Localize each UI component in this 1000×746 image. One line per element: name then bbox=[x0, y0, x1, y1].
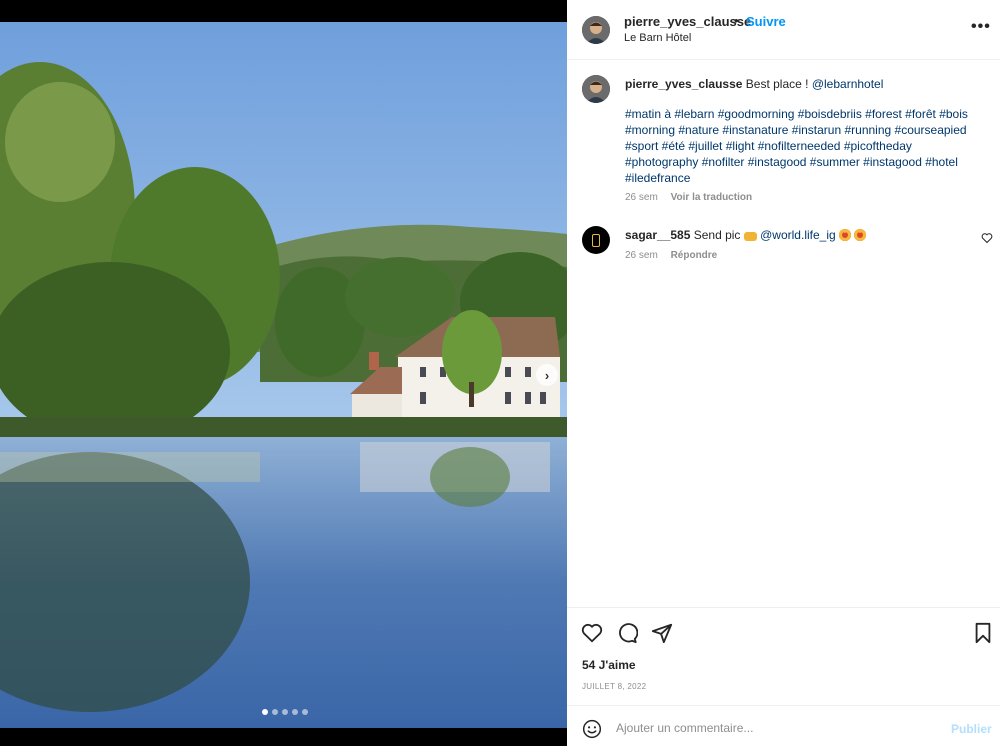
comment-time: 26 sem bbox=[625, 250, 658, 261]
post-location[interactable]: Le Barn Hôtel bbox=[624, 32, 691, 44]
publish-button[interactable]: Publier bbox=[951, 722, 992, 736]
caption-username[interactable]: pierre_yves_clausse bbox=[625, 77, 742, 91]
comment-input[interactable] bbox=[616, 717, 936, 739]
share-paper-plane-icon[interactable] bbox=[651, 622, 673, 644]
like-comment-heart-icon[interactable] bbox=[981, 232, 993, 244]
post-photo[interactable] bbox=[0, 22, 567, 728]
comment-text: Send pic bbox=[693, 228, 741, 242]
caption-line: pierre_yves_clausse Best place ! @lebarn… bbox=[625, 76, 970, 92]
follow-button[interactable]: Suivre bbox=[746, 14, 786, 29]
like-heart-icon[interactable] bbox=[581, 622, 603, 644]
carousel-dot bbox=[262, 709, 268, 715]
more-options-icon[interactable]: ••• bbox=[971, 18, 991, 36]
carousel-dot bbox=[292, 709, 298, 715]
carousel-dot bbox=[282, 709, 288, 715]
carousel-dot bbox=[302, 709, 308, 715]
comment-bubble-icon[interactable] bbox=[616, 622, 638, 644]
add-comment-bar: Publier bbox=[567, 705, 1000, 746]
post-header: pierre_yves_clausse • Suivre Le Barn Hôt… bbox=[567, 0, 1000, 60]
caption-time: 26 sem bbox=[625, 192, 658, 203]
post-media: › bbox=[0, 0, 567, 746]
post-panel: pierre_yves_clausse • Suivre Le Barn Hôt… bbox=[567, 0, 1000, 746]
carousel-dot bbox=[272, 709, 278, 715]
emoji-picker-icon[interactable] bbox=[582, 719, 602, 739]
reply-link[interactable]: Répondre bbox=[671, 250, 718, 261]
comment-username[interactable]: sagar__585 bbox=[625, 228, 690, 242]
comment-mention[interactable]: @world.life_ig bbox=[760, 228, 836, 242]
caption-meta: 26 sem Voir la traduction bbox=[625, 192, 762, 203]
caption-text: Best place ! bbox=[745, 77, 812, 91]
caption-mention[interactable]: @lebarnhotel bbox=[812, 77, 884, 91]
commenter-avatar[interactable] bbox=[582, 226, 610, 254]
caption-avatar[interactable] bbox=[582, 75, 610, 103]
translate-link[interactable]: Voir la traduction bbox=[671, 192, 753, 203]
pointing-hand-emoji-icon bbox=[743, 232, 757, 241]
comment-meta: 26 sem Répondre bbox=[625, 250, 727, 261]
separator-dot: • bbox=[734, 13, 739, 28]
carousel-dots bbox=[262, 709, 308, 715]
next-slide-button[interactable]: › bbox=[536, 364, 558, 386]
caption-hashtags[interactable]: #matin à #lebarn #goodmorning #boisdebri… bbox=[625, 106, 970, 186]
likes-count[interactable]: 54 J'aime bbox=[582, 658, 636, 672]
post-actions: 54 J'aime JUILLET 8, 2022 bbox=[567, 607, 1000, 705]
heart-eyes-emoji-icon bbox=[839, 229, 852, 241]
comment-line: sagar__585 Send pic @world.life_ig bbox=[625, 227, 970, 243]
heart-eyes-emoji-icon bbox=[854, 229, 867, 241]
save-bookmark-icon[interactable] bbox=[972, 622, 994, 644]
author-avatar[interactable] bbox=[582, 16, 610, 44]
landscape-photo bbox=[0, 22, 567, 728]
post-date: JUILLET 8, 2022 bbox=[582, 682, 647, 691]
author-username[interactable]: pierre_yves_clausse bbox=[624, 14, 751, 29]
